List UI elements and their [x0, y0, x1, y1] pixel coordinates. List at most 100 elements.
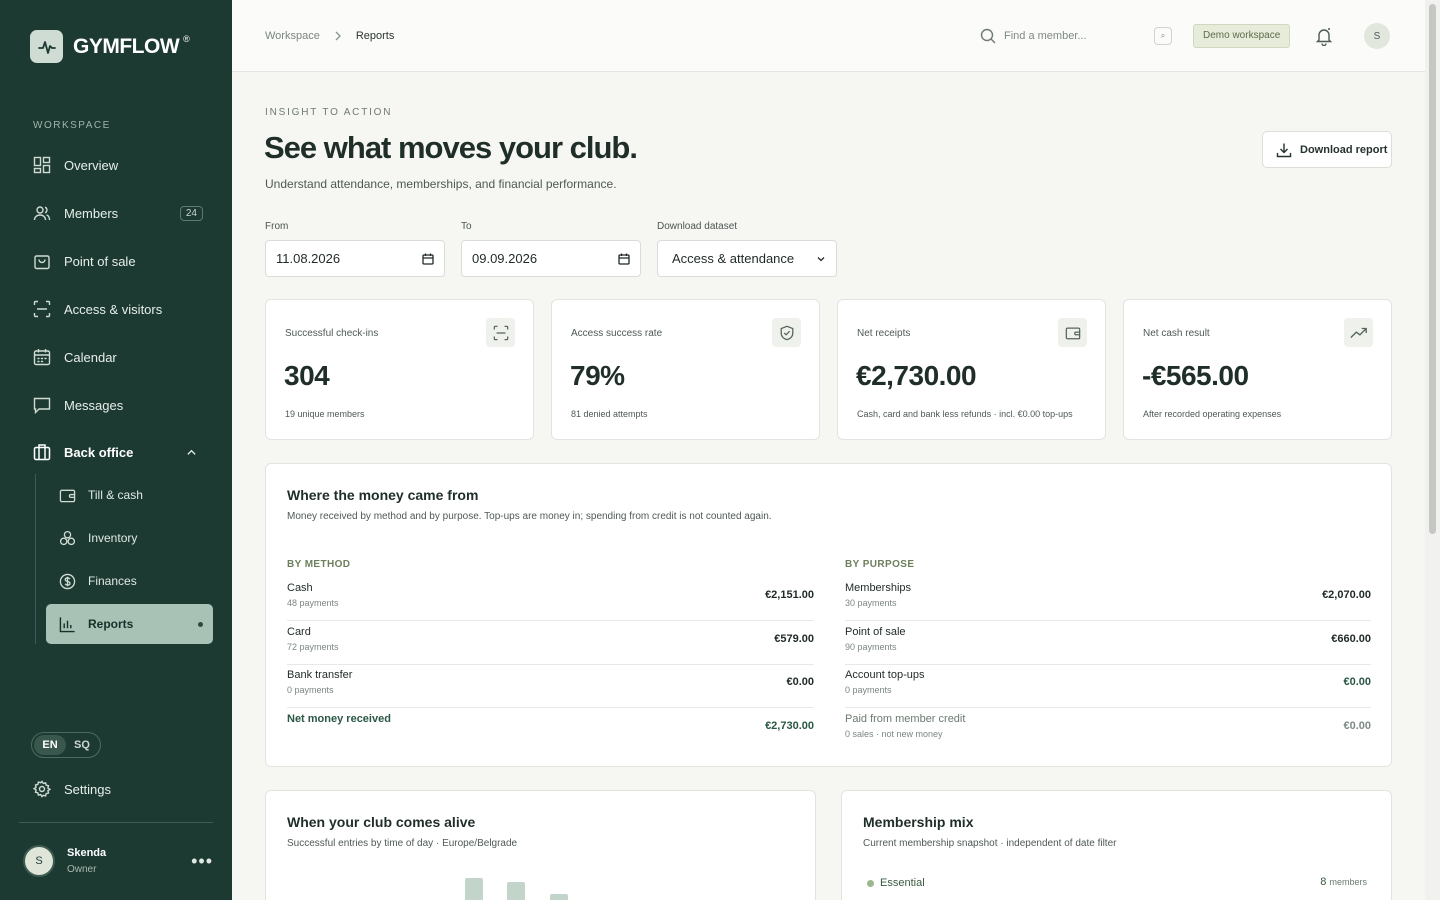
sidebar-item-label: Reports: [88, 617, 134, 631]
more-menu-icon[interactable]: •••: [191, 851, 213, 872]
sidebar-item-inventory[interactable]: Inventory: [59, 522, 209, 554]
table-row: Bank transfer 0 payments €0.00: [287, 664, 814, 708]
sidebar-item-label: Messages: [64, 397, 124, 413]
dataset-select[interactable]: Access & attendance: [657, 240, 837, 277]
card-subtitle: Successful entries by time of day · Euro…: [287, 838, 518, 849]
sidebar-item-point-of-sale[interactable]: Point of sale: [33, 245, 203, 277]
calendar-icon[interactable]: [618, 253, 630, 265]
avatar: S: [23, 845, 55, 877]
bar-chart-icon: [59, 616, 75, 632]
from-date-input[interactable]: 11.08.2026: [265, 240, 445, 277]
brand[interactable]: GYMFLOW ®: [30, 30, 196, 63]
sidebar-item-settings[interactable]: Settings: [33, 773, 203, 805]
row-value: €660.00: [1331, 633, 1371, 645]
users-icon: [33, 206, 51, 221]
language-switcher: EN SQ: [31, 732, 101, 758]
member-search[interactable]: Find a member...: [980, 25, 1172, 47]
breadcrumb: Workspace Reports: [265, 30, 394, 42]
sidebar-item-calendar[interactable]: Calendar: [33, 341, 203, 373]
sidebar-item-access-visitors[interactable]: Access & visitors: [33, 293, 203, 325]
grid-icon: [33, 156, 51, 174]
sidebar-item-members[interactable]: Members 24: [33, 197, 203, 229]
breadcrumb-workspace[interactable]: Workspace: [265, 30, 320, 42]
kpi-value: 304: [284, 360, 330, 391]
lang-en-button[interactable]: EN: [34, 735, 66, 755]
trend-up-icon: [1344, 318, 1373, 347]
demo-workspace-badge: Demo workspace: [1193, 24, 1291, 48]
dollar-icon: [59, 573, 76, 589]
kpi-value: €2,730.00: [856, 360, 977, 391]
active-indicator: [198, 621, 203, 627]
user-role: Owner: [67, 864, 97, 875]
chevron-right-icon: [335, 31, 341, 41]
row-sub: 90 payments: [845, 642, 897, 652]
download-icon: [1276, 143, 1292, 157]
pulse-icon: [30, 30, 63, 63]
mix-count-unit: members: [1329, 877, 1367, 887]
sidebar-item-messages[interactable]: Messages: [33, 389, 203, 421]
submenu-guide-line: [35, 474, 36, 644]
sidebar-item-label: Overview: [64, 157, 119, 173]
to-date-input[interactable]: 09.09.2026: [461, 240, 641, 277]
row-label: Bank transfer: [287, 669, 353, 681]
download-report-label: Download report: [1300, 143, 1388, 156]
message-icon: [33, 397, 51, 414]
row-sub: 0 payments: [845, 685, 892, 695]
chart-bar: [465, 878, 483, 900]
bell-icon[interactable]: [1314, 26, 1334, 46]
kpi-note: 19 unique members: [285, 409, 365, 419]
members-count-badge: 24: [179, 205, 203, 221]
row-value: €0.00: [1343, 720, 1371, 732]
page-subtitle: Understand attendance, memberships, and …: [265, 177, 617, 191]
chevron-up-icon[interactable]: [186, 447, 197, 458]
search-icon: [980, 28, 996, 44]
chart-bar: [550, 894, 568, 900]
sidebar-item-finances[interactable]: Finances: [59, 565, 209, 597]
row-label: Account top-ups: [845, 669, 925, 681]
search-input[interactable]: Find a member...: [1004, 30, 1087, 42]
page-eyebrow: INSIGHT TO ACTION: [265, 107, 393, 118]
sidebar-item-overview[interactable]: Overview: [33, 149, 203, 181]
kpi-card-access-rate: Access success rate 79% 81 denied attemp…: [551, 299, 820, 440]
sidebar-item-label: Till & cash: [88, 488, 143, 502]
card-subtitle: Money received by method and by purpose.…: [287, 511, 772, 522]
row-value: €2,730.00: [765, 720, 814, 732]
card-title: When your club comes alive: [287, 814, 476, 830]
search-shortcut-key: ⌕: [1154, 27, 1172, 45]
sidebar-item-label: Members: [64, 205, 119, 221]
to-date-value: 09.09.2026: [472, 251, 538, 266]
lang-sq-button[interactable]: SQ: [66, 735, 98, 755]
kpi-label: Access success rate: [571, 328, 663, 339]
money-breakdown-card: Where the money came from Money received…: [265, 463, 1392, 767]
table-row: Cash 48 payments €2,151.00: [287, 577, 814, 621]
row-value: €2,151.00: [765, 589, 814, 601]
by-method-heading: BY METHOD: [287, 559, 351, 570]
kpi-value: -€565.00: [1142, 360, 1249, 391]
table-row: Card 72 payments €579.00: [287, 621, 814, 665]
calendar-icon[interactable]: [422, 253, 434, 265]
topbar: Workspace Reports Find a member... ⌕ Dem…: [232, 0, 1425, 72]
sidebar-item-label: Point of sale: [64, 253, 136, 269]
download-report-button[interactable]: Download report: [1262, 131, 1392, 168]
sidebar-item-till-cash[interactable]: Till & cash: [59, 479, 209, 511]
chevron-down-icon: [817, 256, 825, 261]
legend-dot: [867, 880, 874, 887]
table-row-total: Net money received €2,730.00: [287, 708, 814, 752]
brand-name: GYMFLOW: [73, 34, 180, 58]
avatar[interactable]: S: [1364, 23, 1390, 49]
kpi-label: Net cash result: [1143, 328, 1210, 339]
row-sub: 48 payments: [287, 598, 339, 608]
kpi-value: 79%: [570, 360, 625, 391]
dataset-selected-value: Access & attendance: [672, 251, 795, 266]
dataset-label: Download dataset: [657, 221, 738, 232]
sidebar-item-back-office[interactable]: Back office: [33, 436, 203, 468]
sidebar-item-reports[interactable]: Reports: [46, 604, 213, 644]
sidebar: GYMFLOW ® WORKSPACE Overview Members 24 …: [0, 0, 232, 900]
scrollbar-thumb[interactable]: [1429, 4, 1436, 534]
kpi-card-checkins: Successful check-ins 304 19 unique membe…: [265, 299, 534, 440]
kpi-note: Cash, card and bank less refunds · incl.…: [857, 409, 1073, 419]
user-profile[interactable]: S Skenda Owner •••: [23, 845, 213, 877]
page-scrollbar[interactable]: [1425, 0, 1440, 900]
page-title: See what moves your club.: [264, 130, 638, 165]
from-date-value: 11.08.2026: [276, 251, 341, 266]
